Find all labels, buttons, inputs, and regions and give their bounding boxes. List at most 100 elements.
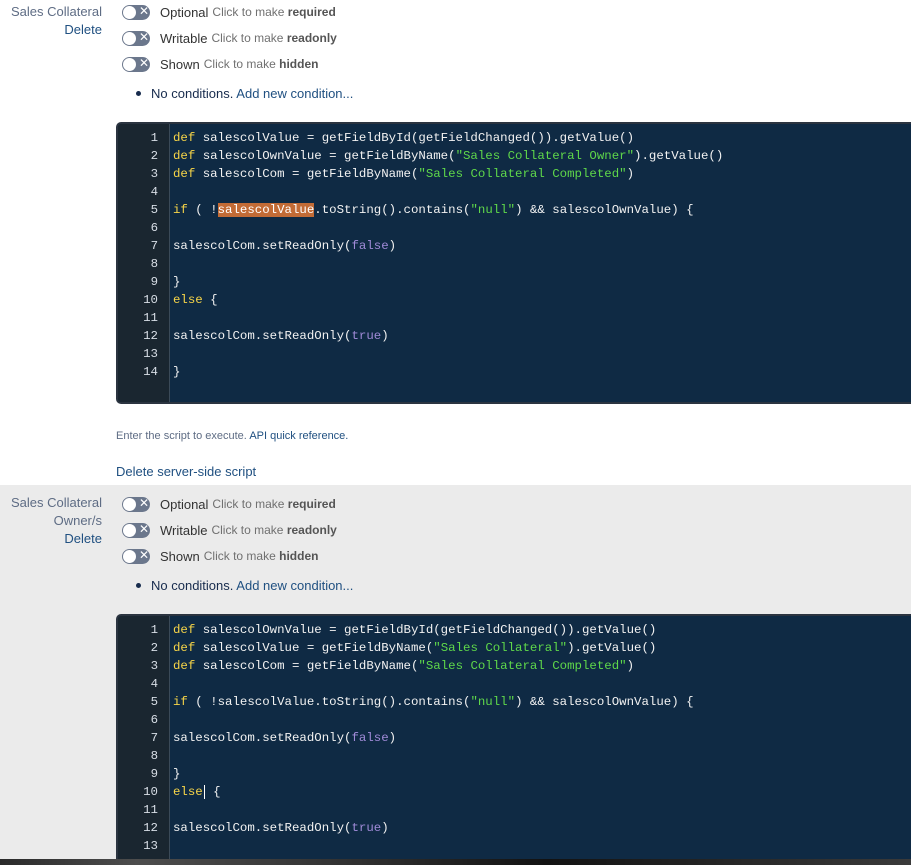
code-line[interactable]: 12 salescolCom.setReadOnly(true) — [118, 819, 911, 837]
toggle-hint: Click to make hidden — [203, 57, 319, 71]
code-line[interactable]: 13 — [118, 345, 911, 363]
script-editor[interactable]: 1 def salescolOwnValue = getFieldById(get… — [116, 614, 911, 865]
conditions-list-item: No conditions. Add new condition... — [136, 86, 353, 104]
code-line[interactable]: 14} — [118, 363, 911, 381]
line-number: 12 — [143, 329, 158, 343]
code-text: def salescolCom = getFieldByName("Sales … — [173, 167, 635, 181]
code-line[interactable]: 5 if ( !salescolValue.toString().contains… — [118, 201, 911, 219]
code-text: else { — [173, 784, 221, 799]
taskbar-strip — [0, 859, 911, 865]
line-number: 10 — [143, 293, 158, 307]
code-line[interactable]: 9} — [118, 273, 911, 291]
code-line[interactable]: 12 salescolCom.setReadOnly(true) — [118, 327, 911, 345]
line-number: 13 — [143, 347, 158, 361]
code-line[interactable]: 10 else { — [118, 291, 911, 309]
script-editor[interactable]: 1 def salescolValue = getFieldById(getFie… — [116, 122, 911, 404]
toggle-state: Shown — [160, 548, 200, 564]
code-text: def salescolValue = getFieldByName("Sale… — [173, 641, 657, 655]
code-line[interactable]: 4 — [118, 183, 911, 201]
script-help-text: Enter the script to execute. API quick r… — [116, 430, 349, 442]
code-line[interactable]: 11 — [118, 801, 911, 819]
field-label: Sales Collateral Delete — [0, 3, 102, 39]
line-number: 4 — [150, 677, 158, 691]
code-text: def salescolOwnValue = getFieldById(getF… — [173, 623, 657, 637]
toggle-x-icon[interactable]: ✕ — [122, 56, 150, 72]
line-number: 12 — [143, 821, 158, 835]
string-token: "null" — [470, 695, 516, 709]
bullet-icon — [136, 91, 141, 97]
toggle-state: Optional — [160, 496, 209, 512]
code-text: } — [173, 767, 181, 781]
code-text: def salescolOwnValue = getFieldByName("S… — [173, 149, 724, 163]
conditions-list-item: No conditions. Add new condition... — [136, 578, 353, 596]
field-name: Sales Collateral — [10, 495, 102, 510]
delete-server-script-link[interactable]: Delete server-side script — [116, 464, 256, 479]
toggle-x-icon[interactable]: ✕ — [122, 522, 150, 538]
toggle-hint: Click to make readonly — [211, 523, 337, 537]
toggle-hint: Click to make readonly — [211, 31, 337, 45]
field-label: Sales Collateral Owner/s Delete — [0, 494, 102, 548]
code-line[interactable]: 10 else { — [118, 783, 911, 801]
toggle-x-icon[interactable]: ✕ — [122, 4, 150, 20]
toggle-x-icon[interactable]: ✕ — [122, 548, 150, 564]
line-number: 10 — [143, 785, 158, 799]
code-line[interactable]: 6 — [118, 711, 911, 729]
shown-toggle-row[interactable]: ✕ Shown Click to make hidden — [122, 55, 318, 73]
add-condition-link[interactable]: Add new condition... — [236, 86, 353, 101]
delete-field-link[interactable]: Delete — [0, 530, 102, 548]
line-number: 8 — [150, 257, 158, 271]
bullet-icon — [136, 583, 141, 589]
api-reference-link[interactable]: API quick reference. — [249, 430, 348, 442]
add-condition-link[interactable]: Add new condition... — [236, 578, 353, 593]
writable-toggle-row[interactable]: ✕ Writable Click to make readonly — [122, 521, 337, 539]
string-token: "Sales Collateral" — [433, 641, 568, 655]
code-line[interactable]: 3 def salescolCom = getFieldByName("Sales… — [118, 657, 911, 675]
optional-toggle-row[interactable]: ✕ Optional Click to make required — [122, 495, 336, 513]
line-number: 2 — [150, 149, 158, 163]
string-token: "Sales Collateral Owner" — [455, 149, 635, 163]
code-line[interactable]: 13 — [118, 837, 911, 855]
code-line[interactable]: 9} — [118, 765, 911, 783]
text-cursor — [203, 784, 205, 799]
keyword-token: else — [173, 785, 203, 799]
code-line[interactable]: 6 — [118, 219, 911, 237]
boolean-token: false — [351, 731, 389, 745]
code-line[interactable]: 11 — [118, 309, 911, 327]
code-line[interactable]: 2 def salescolValue = getFieldByName("Sal… — [118, 639, 911, 657]
toggle-x-icon[interactable]: ✕ — [122, 496, 150, 512]
code-text: } — [173, 275, 181, 289]
code-line[interactable]: 7 salescolCom.setReadOnly(false) — [118, 237, 911, 255]
line-number: 9 — [150, 767, 158, 781]
code-line[interactable]: 1 def salescolOwnValue = getFieldById(get… — [118, 621, 911, 639]
toggle-hint: Click to make required — [212, 5, 336, 19]
boolean-token: false — [351, 239, 389, 253]
code-line[interactable]: 7 salescolCom.setReadOnly(false) — [118, 729, 911, 747]
code-line[interactable]: 2 def salescolOwnValue = getFieldByName("… — [118, 147, 911, 165]
code-line[interactable]: 8 — [118, 255, 911, 273]
line-number: 8 — [150, 749, 158, 763]
code-line[interactable]: 8 — [118, 747, 911, 765]
delete-field-link[interactable]: Delete — [0, 21, 102, 39]
code-line[interactable]: 4 — [118, 675, 911, 693]
line-number: 6 — [150, 221, 158, 235]
line-number: 1 — [150, 623, 158, 637]
line-number: 4 — [150, 185, 158, 199]
code-text: def salescolCom = getFieldByName("Sales … — [173, 659, 635, 673]
code-line[interactable]: 3 def salescolCom = getFieldByName("Sales… — [118, 165, 911, 183]
optional-toggle-row[interactable]: ✕ Optional Click to make required — [122, 3, 336, 21]
code-line[interactable]: 5 if ( !salescolValue.toString().contains… — [118, 693, 911, 711]
line-number: 11 — [143, 311, 158, 325]
toggle-state: Shown — [160, 56, 200, 72]
toggle-state: Writable — [160, 30, 208, 46]
writable-toggle-row[interactable]: ✕ Writable Click to make readonly — [122, 29, 337, 47]
code-line[interactable]: 1 def salescolValue = getFieldById(getFie… — [118, 129, 911, 147]
keyword-token: def — [173, 641, 196, 655]
toggle-state: Optional — [160, 4, 209, 20]
shown-toggle-row[interactable]: ✕ Shown Click to make hidden — [122, 547, 318, 565]
line-number: 5 — [150, 203, 158, 217]
code-text: salescolCom.setReadOnly(false) — [173, 239, 397, 253]
string-token: "Sales Collateral Completed" — [418, 167, 627, 181]
line-number: 7 — [150, 731, 158, 745]
keyword-token: def — [173, 131, 196, 145]
toggle-x-icon[interactable]: ✕ — [122, 30, 150, 46]
